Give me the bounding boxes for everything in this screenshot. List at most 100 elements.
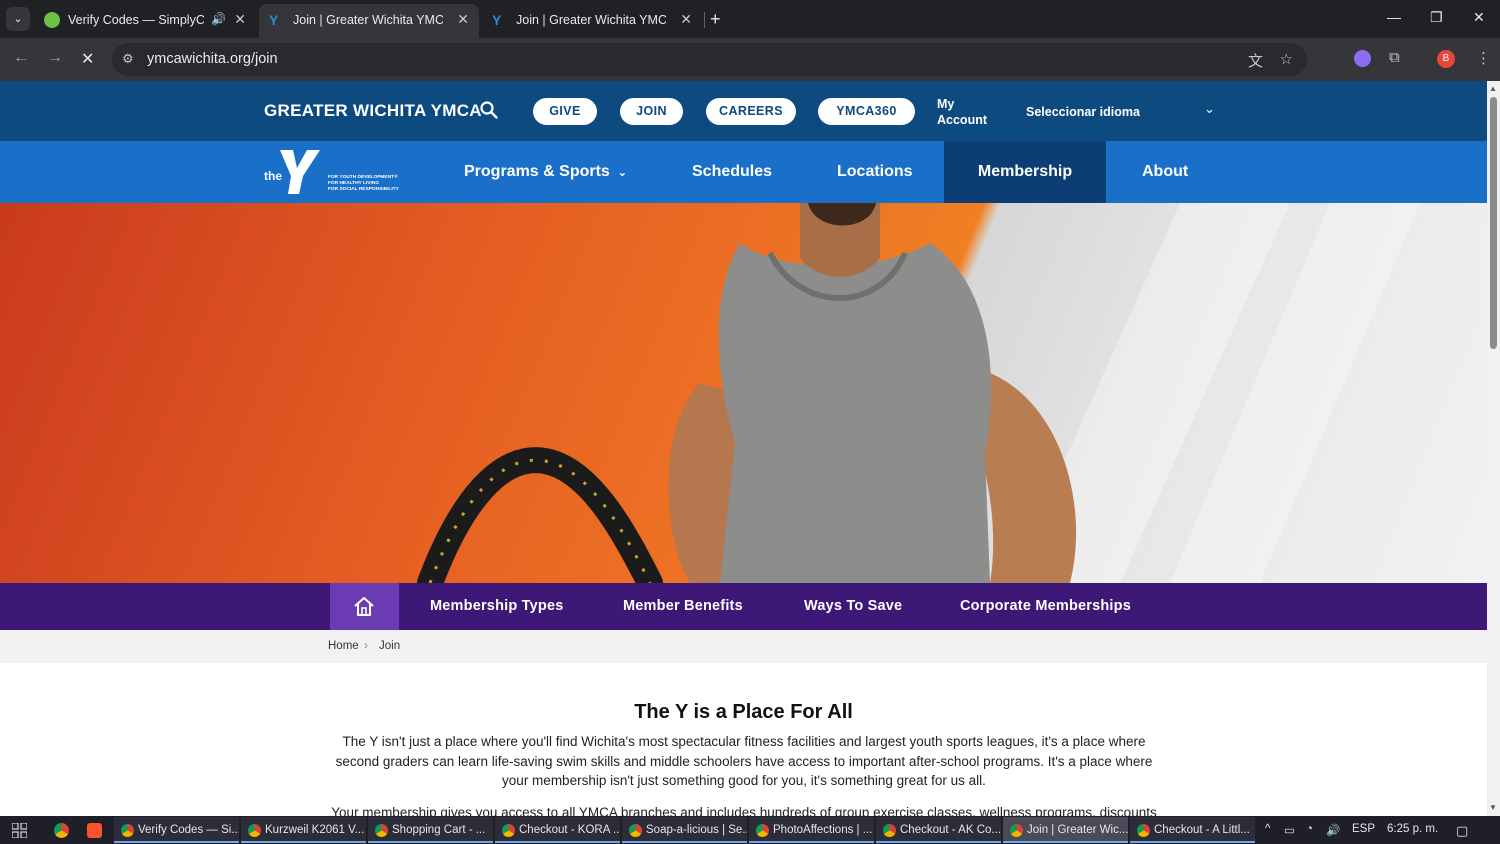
translate-icon[interactable]: 文 (1248, 50, 1263, 71)
logo-tagline-2: FOR HEALTHY LIVING (328, 180, 379, 186)
breadcrumb-current: Join (379, 640, 401, 652)
chrome-icon (883, 824, 896, 837)
extensions-puzzle-icon[interactable]: ⧉ (1389, 49, 1400, 66)
taskbar-app[interactable]: Soap-a-licious | Se... (622, 817, 747, 843)
nav-locations[interactable]: Locations (837, 141, 913, 203)
nav-schedules[interactable]: Schedules (692, 141, 772, 203)
scroll-down-icon[interactable]: ▼ (1489, 803, 1497, 812)
sub-nav-home[interactable] (330, 583, 399, 630)
close-tab-icon[interactable]: ✕ (680, 11, 692, 28)
page-scrollbar[interactable]: ▲ ▼ (1487, 81, 1500, 816)
url-text[interactable]: ymcawichita.org/join (147, 51, 278, 67)
close-window-icon[interactable]: ✕ (1473, 9, 1485, 26)
page-viewport: GREATER WICHITA YMCA GIVE JOIN CAREERS Y… (0, 81, 1487, 816)
browser-tab-join-active[interactable]: Y Join | Greater Wichita YMCA ✕ (259, 4, 479, 38)
nav-about[interactable]: About (1142, 141, 1188, 203)
taskbar-app[interactable]: PhotoAffections | ... (749, 817, 874, 843)
search-icon[interactable] (480, 101, 498, 124)
notifications-icon[interactable]: ▢ (1456, 823, 1468, 839)
close-tab-icon[interactable]: ✕ (234, 11, 246, 28)
back-arrow-icon[interactable]: ← (13, 49, 29, 67)
sub-nav-corporate-memberships[interactable]: Corporate Memberships (960, 598, 1131, 614)
close-tab-icon[interactable]: ✕ (457, 11, 469, 28)
brave-pinned-icon[interactable] (87, 823, 102, 838)
page-heading: The Y is a Place For All (634, 701, 853, 723)
brand-name[interactable]: GREATER WICHITA YMCA (264, 101, 482, 121)
simplycodes-favicon-icon (44, 12, 60, 28)
chevron-down-icon[interactable]: ⌄ (1204, 101, 1215, 117)
address-bar[interactable]: ⚙ ymcawichita.org/join 文 ☆ (112, 43, 1307, 76)
browser-tab-bar: ⌄ Verify Codes — SimplyCode 🔊 ✕ Y Join |… (0, 0, 1500, 38)
minimize-icon[interactable]: — (1387, 9, 1401, 25)
taskbar-app[interactable]: Shopping Cart - ... (368, 817, 493, 843)
sub-nav-membership-types[interactable]: Membership Types (430, 598, 563, 614)
tab-search-chevron-icon[interactable]: ⌄ (6, 7, 30, 31)
breadcrumb-home[interactable]: Home (328, 640, 359, 652)
taskbar-app-label: Kurzweil K2061 V... (265, 824, 365, 836)
chrome-icon (375, 824, 388, 837)
taskbar-app[interactable]: Checkout - KORA ... (495, 817, 620, 843)
nav-membership[interactable]: Membership (944, 141, 1106, 203)
taskbar-app-label: Checkout - AK Co... (900, 824, 1001, 836)
clock[interactable]: 6:25 p. m. (1387, 823, 1438, 835)
scroll-up-icon[interactable]: ▲ (1489, 84, 1497, 93)
main-navigation: the FOR YOUTH DEVELOPMENT® FOR HEALTHY L… (0, 141, 1487, 203)
tab-title: Join | Greater Wichita YMCA (516, 13, 666, 27)
restore-icon[interactable]: ❐ (1430, 9, 1443, 26)
windows-taskbar: Verify Codes — Si... Kurzweil K2061 V...… (0, 816, 1500, 844)
new-tab-plus-icon[interactable]: + (710, 9, 721, 30)
extension-purple-icon[interactable] (1354, 50, 1371, 67)
chrome-pinned-icon[interactable] (54, 823, 69, 838)
browser-tab-join[interactable]: Y Join | Greater Wichita YMCA ✕ (482, 4, 702, 38)
taskbar-app-label: Checkout - A Littl... (1154, 824, 1250, 836)
membership-paragraph: Your membership gives you access to all … (331, 805, 1157, 816)
site-settings-icon[interactable]: ⚙ (122, 51, 134, 67)
breadcrumb: Home › Join (0, 630, 1487, 663)
scrollbar-thumb[interactable] (1490, 97, 1497, 349)
nav-label: Programs & Sports (464, 163, 610, 180)
my-account-link[interactable]: My Account (937, 96, 997, 128)
ymca-favicon-icon: Y (492, 12, 502, 28)
tray-chevron-up-icon[interactable]: ^ (1265, 823, 1270, 835)
stop-loading-icon[interactable]: ✕ (81, 49, 94, 69)
hero-image (0, 203, 1487, 583)
logo-the-text: the (264, 169, 282, 183)
tab-title: Join | Greater Wichita YMCA (293, 13, 443, 27)
chevron-down-icon: ⌄ (617, 165, 628, 179)
hero-illustration (417, 203, 1420, 583)
sub-nav-ways-to-save[interactable]: Ways To Save (804, 598, 902, 614)
taskbar-app[interactable]: Verify Codes — Si... (114, 817, 239, 843)
input-language[interactable]: ESP (1352, 823, 1375, 835)
language-select[interactable]: Seleccionar idioma (1026, 105, 1140, 119)
chrome-icon (121, 824, 134, 837)
taskbar-app[interactable]: Checkout - AK Co... (876, 817, 1001, 843)
ymca360-button[interactable]: YMCA360 (818, 98, 915, 125)
join-button[interactable]: JOIN (620, 98, 683, 125)
chrome-icon (1137, 824, 1150, 837)
nav-programs-sports[interactable]: Programs & Sports ⌄ (464, 141, 627, 203)
sub-nav-member-benefits[interactable]: Member Benefits (623, 598, 743, 614)
taskbar-app[interactable]: Checkout - A Littl... (1130, 817, 1255, 843)
browser-toolbar: ← → ✕ ⚙ ymcawichita.org/join 文 ☆ ⧉ B ⋮ (0, 38, 1500, 81)
bookmark-star-icon[interactable]: ☆ (1280, 50, 1293, 68)
logo-tagline-1: FOR YOUTH DEVELOPMENT® (328, 173, 398, 180)
taskbar-app-label: Soap-a-licious | Se... (646, 824, 747, 836)
home-icon (354, 597, 374, 616)
profile-avatar[interactable]: B (1437, 50, 1455, 68)
browser-tab-verify-codes[interactable]: Verify Codes — SimplyCode 🔊 ✕ (34, 4, 256, 38)
volume-icon[interactable]: 🔊 (1326, 823, 1340, 837)
give-button[interactable]: GIVE (533, 98, 597, 125)
speaker-icon[interactable]: 🔊 (211, 12, 226, 26)
network-icon[interactable]: ◔ (1306, 823, 1313, 835)
ymca-logo[interactable]: the FOR YOUTH DEVELOPMENT® FOR HEALTHY L… (262, 148, 402, 196)
forward-arrow-icon[interactable]: → (47, 49, 63, 67)
chrome-icon (248, 824, 261, 837)
battery-icon[interactable]: ▭ (1284, 823, 1295, 837)
breadcrumb-chevron-icon: › (364, 640, 368, 652)
taskbar-app[interactable]: Kurzweil K2061 V... (241, 817, 366, 843)
taskbar-app-active[interactable]: Join | Greater Wic... (1003, 817, 1128, 843)
chrome-icon (629, 824, 642, 837)
careers-button[interactable]: CAREERS (706, 98, 796, 125)
kebab-menu-icon[interactable]: ⋮ (1476, 49, 1491, 67)
start-grid-icon[interactable] (12, 823, 27, 838)
